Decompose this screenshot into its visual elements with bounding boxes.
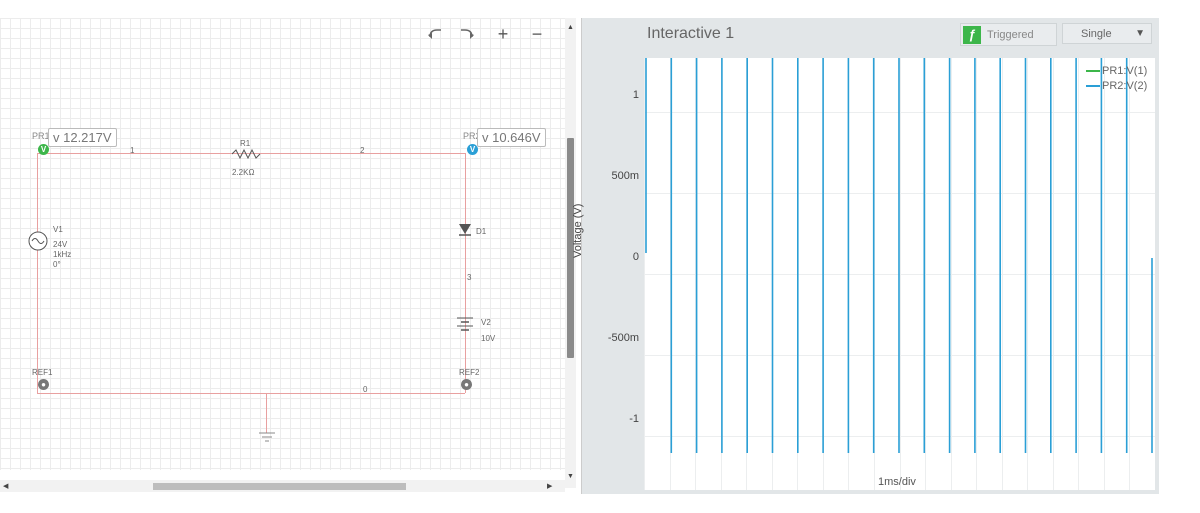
source-ref: V1 bbox=[53, 225, 63, 234]
diode-ref: D1 bbox=[476, 227, 487, 236]
probe-1-name: PR1 bbox=[32, 131, 50, 141]
y-tick-1: 1 bbox=[632, 89, 639, 101]
battery-ref: V2 bbox=[481, 318, 491, 327]
probe-1-readout[interactable]: v 12.217V bbox=[48, 128, 117, 147]
ref-1-label: REF1 bbox=[32, 368, 53, 377]
oscilloscope-panel: Interactive 1 ƒ Triggered Single ▼ Volta… bbox=[572, 18, 1159, 494]
legend-label-pr1: PR1:V(1) bbox=[1102, 65, 1148, 77]
y-tick-0: 0 bbox=[632, 251, 639, 263]
source-frequency: 1kHz bbox=[53, 250, 72, 259]
undo-icon bbox=[428, 29, 441, 39]
wire-left bbox=[37, 153, 38, 393]
y-tick-neg1: -1 bbox=[629, 413, 639, 425]
resistor-value: 2.2KΩ bbox=[232, 168, 255, 177]
ac-source-icon[interactable] bbox=[27, 230, 49, 252]
probe-1-badge[interactable]: V bbox=[38, 144, 49, 155]
y-tick-neg500m: -500m bbox=[607, 332, 639, 344]
y-axis-label: Voltage (V) bbox=[572, 203, 584, 258]
node-label-0: 0 bbox=[363, 385, 368, 394]
x-axis-label: 1ms/div bbox=[878, 476, 916, 488]
wire-right bbox=[465, 153, 466, 393]
legend-swatch-pr1 bbox=[1086, 70, 1100, 72]
scroll-up-arrow-icon[interactable]: ▲ bbox=[567, 24, 574, 31]
horizontal-scrollbar[interactable]: ◀ ▶ bbox=[0, 480, 565, 492]
chevron-down-icon: ▼ bbox=[1135, 28, 1145, 39]
trigger-icon: ƒ bbox=[963, 25, 981, 44]
battery-icon[interactable] bbox=[456, 315, 474, 331]
ref-2-label: REF2 bbox=[459, 368, 480, 377]
ref-2-icon[interactable]: ● bbox=[461, 379, 472, 390]
legend-item-pr1: PR1:V(1) bbox=[1086, 65, 1147, 77]
resistor-ref: R1 bbox=[240, 139, 251, 148]
scroll-down-arrow-icon[interactable]: ▼ bbox=[567, 473, 574, 480]
source-voltage: 24V bbox=[53, 240, 68, 249]
wire-ground bbox=[266, 393, 267, 433]
diode-icon[interactable] bbox=[458, 223, 472, 237]
ground-icon bbox=[259, 432, 275, 442]
redo-icon bbox=[461, 29, 474, 39]
undo-button[interactable] bbox=[420, 20, 450, 48]
schematic-canvas[interactable]: PR1 v 12.217V V PR2 v 10.646V V 1 2 3 0 … bbox=[0, 18, 565, 470]
redo-button[interactable] bbox=[452, 20, 482, 48]
scroll-left-arrow-icon[interactable]: ◀ bbox=[3, 482, 8, 490]
scope-title: Interactive 1 bbox=[647, 25, 735, 42]
waveform-plot bbox=[644, 58, 1155, 490]
trigger-mode-select[interactable]: Single ▼ bbox=[1062, 23, 1152, 44]
zoom-out-button[interactable]: − bbox=[522, 20, 552, 48]
y-tick-500m: 500m bbox=[611, 170, 639, 182]
legend-item-pr2: PR2:V(2) bbox=[1086, 80, 1147, 92]
resistor-icon[interactable] bbox=[232, 149, 262, 159]
scroll-right-arrow-icon[interactable]: ▶ bbox=[547, 482, 552, 490]
probe-2-readout[interactable]: v 10.646V bbox=[477, 128, 546, 147]
source-phase: 0° bbox=[53, 260, 61, 269]
legend-label-pr2: PR2:V(2) bbox=[1102, 80, 1148, 92]
node-label-1: 1 bbox=[130, 146, 135, 155]
wire-bottom bbox=[37, 393, 465, 394]
node-label-3: 3 bbox=[467, 273, 472, 282]
horizontal-scroll-thumb[interactable] bbox=[153, 483, 406, 490]
scope-plot-area[interactable] bbox=[644, 58, 1155, 490]
trigger-button[interactable]: ƒ Triggered bbox=[960, 23, 1057, 46]
node-label-2: 2 bbox=[360, 146, 365, 155]
ref-1-icon[interactable]: ● bbox=[38, 379, 49, 390]
zoom-in-button[interactable]: + bbox=[488, 20, 518, 48]
probe-2-badge[interactable]: V bbox=[467, 144, 478, 155]
trigger-mode-value: Single bbox=[1081, 27, 1112, 40]
legend-swatch-pr2 bbox=[1086, 85, 1100, 87]
trigger-label: Triggered bbox=[987, 28, 1034, 41]
battery-value: 10V bbox=[481, 334, 496, 343]
